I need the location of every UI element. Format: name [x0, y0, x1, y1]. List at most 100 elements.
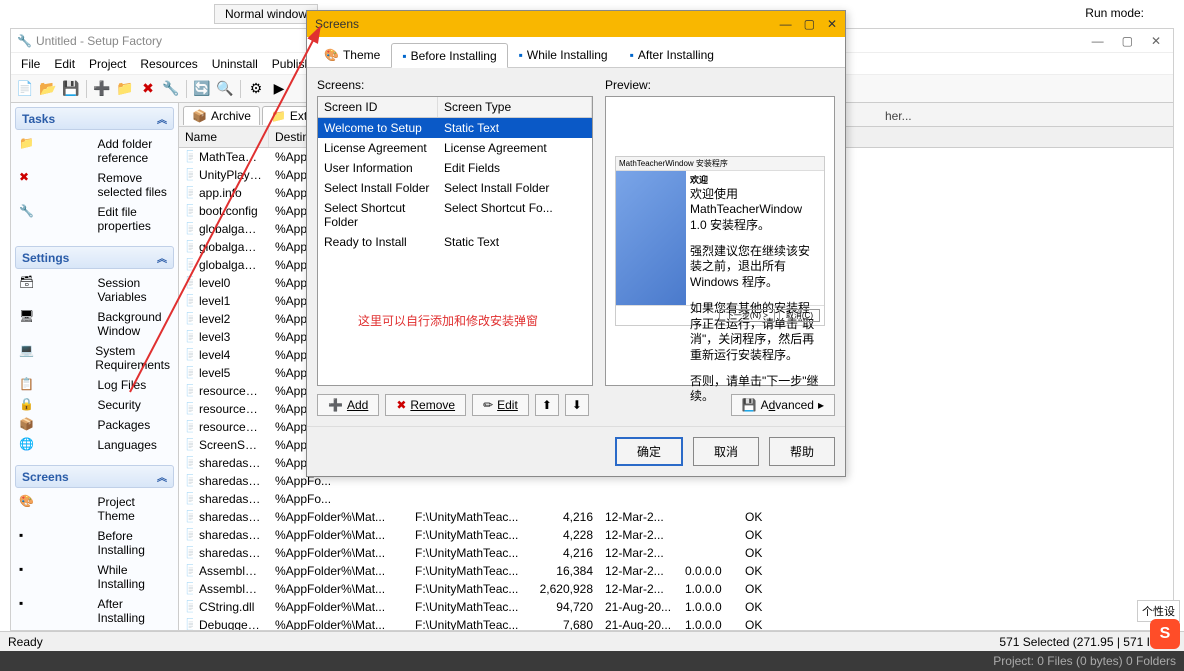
file-row[interactable]: 📄sharedasse...%AppFolder%\Mat...F:\Unity… — [179, 544, 1173, 562]
screens-header[interactable]: Screens︽ — [15, 465, 174, 488]
file-icon: 📄 — [179, 617, 193, 630]
menu-file[interactable]: File — [21, 57, 40, 71]
item-icon: 📦 — [19, 418, 92, 430]
tab-theme[interactable]: 🎨Theme — [313, 43, 391, 67]
tab-archive[interactable]: 📦Archive — [183, 106, 260, 125]
dialog-tabs: 🎨Theme ▪Before Installing ▪While Install… — [307, 37, 845, 68]
file-icon: 📄 — [179, 599, 193, 615]
file-icon: 📄 — [179, 149, 193, 165]
panel-item[interactable]: 🖥Background Window — [17, 307, 172, 341]
file-icon: 📄 — [179, 401, 193, 417]
file-row[interactable]: 📄Assembly-...%AppFolder%\Mat...F:\UnityM… — [179, 562, 1173, 580]
panel-item[interactable]: 📦 Packages — [17, 415, 172, 435]
screen-row[interactable]: Welcome to SetupStatic Text — [318, 118, 592, 138]
tab-after-installing[interactable]: ▪After Installing — [619, 43, 725, 67]
find-icon[interactable]: 🔍 — [215, 79, 235, 99]
panel-item[interactable]: ▪After Installing — [17, 594, 172, 628]
save-icon[interactable]: 💾 — [61, 79, 81, 99]
file-row[interactable]: 📄sharedasse...%AppFolder%\Mat...F:\Unity… — [179, 526, 1173, 544]
refresh-icon[interactable]: 🔄 — [192, 79, 212, 99]
arrow-down-icon: ⬇ — [572, 398, 582, 412]
add-file-icon[interactable]: ➕ — [92, 79, 112, 99]
file-row[interactable]: 📄Debugger.dll%AppFolder%\Mat...F:\UnityM… — [179, 616, 1173, 630]
chevron-up-icon: ︽ — [157, 469, 167, 484]
panel-item[interactable]: ▪Before Installing — [17, 526, 172, 560]
props-icon[interactable]: 🔧 — [161, 79, 181, 99]
panel-item[interactable]: 💻System Requirements — [17, 341, 172, 375]
move-up-button[interactable]: ⬆ — [535, 394, 559, 416]
menu-project[interactable]: Project — [89, 57, 126, 71]
item-label: Packages — [98, 418, 171, 432]
ok-button[interactable]: 确定 — [615, 437, 683, 466]
tab-before-installing[interactable]: ▪Before Installing — [391, 43, 507, 68]
normal-window-button[interactable]: Normal window — [214, 4, 318, 24]
edit-button[interactable]: ✏Edit — [472, 394, 529, 416]
panel-item[interactable]: 🔒Security — [17, 395, 172, 415]
run-icon[interactable]: ▶ — [269, 79, 289, 99]
item-icon: 🔒 — [19, 398, 92, 410]
file-icon: 📄 — [179, 545, 193, 561]
dialog-minimize-icon[interactable]: — — [780, 17, 792, 31]
preview-label: Preview: — [605, 78, 835, 92]
item-icon: 💻 — [19, 344, 89, 356]
dialog-maximize-icon[interactable]: ▢ — [804, 17, 815, 31]
file-row[interactable]: 📄Assembly-...%AppFolder%\Mat...F:\UnityM… — [179, 580, 1173, 598]
tab-while-installing[interactable]: ▪While Installing — [508, 43, 619, 67]
file-icon: 📄 — [179, 437, 193, 453]
panel-item[interactable]: 📁Add folder reference — [17, 134, 172, 168]
add-button[interactable]: ➕Add — [317, 394, 379, 416]
close-icon[interactable]: ✕ — [1151, 34, 1161, 48]
item-icon: 📁 — [19, 137, 92, 149]
screen-row[interactable]: Select Shortcut FolderSelect Shortcut Fo… — [318, 198, 592, 232]
help-button[interactable]: 帮助 — [769, 437, 835, 466]
edit-icon: ✏ — [483, 398, 493, 412]
move-down-button[interactable]: ⬇ — [565, 394, 589, 416]
panel-item[interactable]: 🗃Session Variables — [17, 273, 172, 307]
screen-row[interactable]: Select Install FolderSelect Install Fold… — [318, 178, 592, 198]
file-icon: 📄 — [179, 275, 193, 291]
file-icon: 📄 — [179, 491, 193, 507]
minimize-icon[interactable]: — — [1092, 34, 1104, 48]
before-icon: ▪ — [402, 49, 406, 63]
menu-resources[interactable]: Resources — [140, 57, 197, 71]
file-icon: 📄 — [179, 203, 193, 219]
screen-row[interactable]: User InformationEdit Fields — [318, 158, 592, 178]
panel-item[interactable]: 📋Log Files — [17, 375, 172, 395]
new-icon[interactable]: 📄 — [15, 79, 35, 99]
panel-item[interactable]: 🎨Project Theme — [17, 492, 172, 526]
settings-header[interactable]: Settings︽ — [15, 246, 174, 269]
arrow-up-icon: ⬆ — [542, 398, 552, 412]
file-row[interactable]: 📄sharedasse...%AppFo... — [179, 490, 1173, 508]
item-label: Project Theme — [98, 495, 171, 523]
screens-list[interactable]: Screen IDScreen Type Welcome to SetupSta… — [317, 96, 593, 386]
remove-button[interactable]: ✖Remove — [385, 394, 466, 416]
panel-item[interactable]: 🔧Edit file properties — [17, 202, 172, 236]
file-icon: 📄 — [179, 455, 193, 471]
preview-box: MathTeacherWindow 安装程序 欢迎 欢迎使用 MathTeach… — [605, 96, 835, 386]
panel-item[interactable]: ▪While Installing — [17, 560, 172, 594]
screen-row[interactable]: License AgreementLicense Agreement — [318, 138, 592, 158]
tasks-header[interactable]: Tasks︽ — [15, 107, 174, 130]
advanced-button[interactable]: 💾Advanced▸ — [731, 394, 835, 416]
panel-item[interactable]: 🌐Languages — [17, 435, 172, 455]
file-icon: 📄 — [179, 527, 193, 543]
file-row[interactable]: 📄sharedasse...%AppFolder%\Mat...F:\Unity… — [179, 508, 1173, 526]
panel-item[interactable]: ✖Remove selected files — [17, 168, 172, 202]
item-icon: ▪ — [19, 529, 92, 541]
delete-icon[interactable]: ✖ — [138, 79, 158, 99]
screen-row[interactable]: Ready to InstallStatic Text — [318, 232, 592, 252]
cancel-button[interactable]: 取消 — [693, 437, 759, 466]
item-icon: 🌐 — [19, 438, 92, 450]
sogou-icon[interactable]: S — [1150, 619, 1180, 649]
build-icon[interactable]: ⚙ — [246, 79, 266, 99]
menu-uninstall[interactable]: Uninstall — [212, 57, 258, 71]
file-row[interactable]: 📄CString.dll%AppFolder%\Mat...F:\UnityMa… — [179, 598, 1173, 616]
add-folder-icon[interactable]: 📁 — [115, 79, 135, 99]
other-text: her... — [885, 109, 912, 123]
menu-edit[interactable]: Edit — [54, 57, 75, 71]
maximize-icon[interactable]: ▢ — [1122, 34, 1133, 48]
file-icon: 📄 — [179, 167, 193, 183]
dialog-close-icon[interactable]: ✕ — [827, 17, 837, 31]
file-icon: 📄 — [179, 383, 193, 399]
open-icon[interactable]: 📂 — [38, 79, 58, 99]
